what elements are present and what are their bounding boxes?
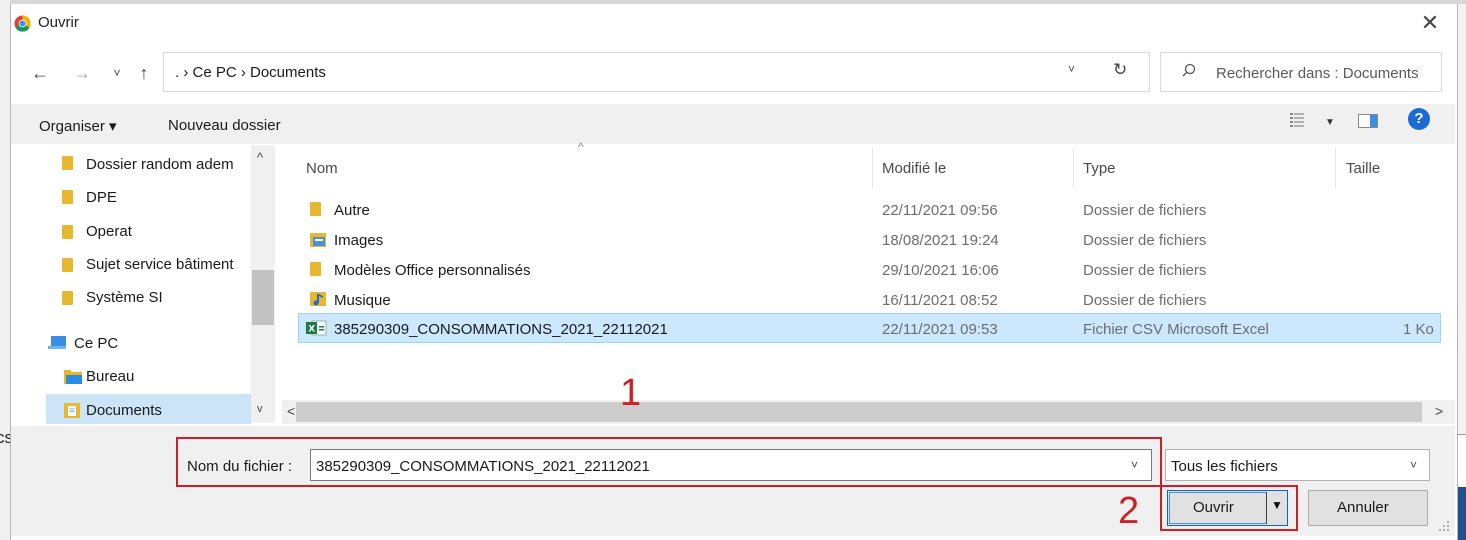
folder-icon	[62, 190, 73, 204]
sidebar-scrollbar-thumb[interactable]	[252, 270, 274, 325]
refresh-icon[interactable]: ↻	[1113, 60, 1127, 80]
column-separator[interactable]	[1073, 148, 1074, 188]
back-button[interactable]: ←	[29, 60, 51, 86]
file-type: Fichier CSV Microsoft Excel	[1083, 321, 1269, 338]
column-header-type[interactable]: Type	[1083, 160, 1116, 177]
dialog-title: Ouvrir	[38, 14, 79, 31]
file-modified: 29/10/2021 16:06	[882, 262, 999, 279]
folder-icon	[310, 202, 321, 216]
folder-icon	[62, 225, 73, 239]
open-split-divider	[1266, 492, 1267, 524]
up-button[interactable]: ↑	[133, 60, 155, 86]
scroll-down-arrow-icon[interactable]: v	[257, 403, 263, 415]
organize-menu[interactable]: Organiser ▾	[39, 117, 117, 135]
column-header-name[interactable]: Nom	[306, 160, 338, 177]
folder-icon	[62, 258, 73, 272]
sidebar-item-sujet-service[interactable]: Sujet service bâtiment	[86, 256, 234, 273]
sidebar-item-documents[interactable]: Documents	[86, 402, 162, 419]
column-separator[interactable]	[872, 148, 873, 188]
open-button-label[interactable]: Ouvrir	[1193, 499, 1234, 516]
scroll-left-arrow-icon[interactable]: <	[287, 403, 295, 419]
file-name[interactable]: Images	[334, 232, 383, 249]
forward-button[interactable]: →	[71, 60, 93, 86]
new-folder-button[interactable]: Nouveau dossier	[168, 117, 281, 134]
file-name[interactable]: Autre	[334, 202, 370, 219]
sidebar-item-systeme-si[interactable]: Système SI	[86, 289, 163, 306]
sidebar-item-bureau[interactable]: Bureau	[86, 368, 134, 385]
scroll-right-arrow-icon[interactable]: >	[1435, 403, 1443, 419]
preview-pane-icon[interactable]	[1358, 114, 1378, 128]
pictures-folder-icon	[310, 233, 326, 247]
filename-dropdown-icon[interactable]: ˅	[1131, 458, 1138, 472]
filename-value[interactable]: 385290309_CONSOMMATIONS_2021_22112021	[316, 458, 650, 475]
column-header-modified[interactable]: Modifié le	[882, 160, 946, 177]
view-dropdown-icon[interactable]: ▼	[1325, 117, 1335, 128]
folder-icon	[310, 262, 321, 276]
column-separator[interactable]	[1335, 148, 1336, 188]
scroll-up-arrow-icon[interactable]: ^	[257, 150, 263, 165]
file-name[interactable]: Musique	[334, 292, 391, 309]
recent-locations-button[interactable]: ˅	[106, 60, 128, 86]
excel-csv-icon: X	[306, 320, 327, 336]
sidebar-item-dpe[interactable]: DPE	[86, 189, 117, 206]
svg-text:X: X	[308, 325, 315, 335]
filename-label: Nom du fichier :	[187, 458, 293, 475]
folder-icon	[62, 291, 73, 305]
music-folder-icon	[310, 292, 326, 306]
help-icon[interactable]: ?	[1408, 108, 1430, 130]
cancel-button-label[interactable]: Annuler	[1337, 499, 1389, 516]
sort-ascending-icon: ^	[578, 140, 584, 154]
horizontal-scrollbar-thumb[interactable]	[296, 402, 1422, 422]
file-type: Dossier de fichiers	[1083, 292, 1207, 309]
folder-icon	[62, 156, 73, 170]
column-header-size[interactable]: Taille	[1346, 160, 1380, 177]
file-size: 1 Ko	[1403, 321, 1434, 338]
search-icon	[1182, 63, 1196, 77]
file-name[interactable]: Modèles Office personnalisés	[334, 262, 531, 279]
pc-icon	[48, 336, 66, 349]
open-dropdown-icon[interactable]: ▼	[1271, 498, 1283, 512]
file-modified: 22/11/2021 09:53	[882, 321, 998, 338]
desktop-folder-icon	[64, 370, 82, 384]
file-type: Dossier de fichiers	[1083, 232, 1207, 249]
documents-folder-icon	[64, 403, 80, 418]
sidebar-item-dossier-random[interactable]: Dossier random adem	[86, 156, 234, 173]
file-modified: 22/11/2021 09:56	[882, 202, 998, 219]
address-dropdown-icon[interactable]: ˅	[1068, 62, 1075, 76]
navigation-pane	[11, 145, 274, 425]
chrome-icon	[14, 15, 31, 32]
file-modified: 18/08/2021 19:24	[882, 232, 999, 249]
filter-dropdown-icon[interactable]: ˅	[1410, 458, 1417, 472]
background-edge-left	[0, 0, 10, 540]
file-type: Dossier de fichiers	[1083, 202, 1207, 219]
file-type: Dossier de fichiers	[1083, 262, 1207, 279]
search-placeholder: Rechercher dans : Documents	[1216, 65, 1419, 82]
annotation-marker-1: 1	[620, 372, 642, 414]
file-modified: 16/11/2021 08:52	[882, 292, 998, 309]
file-type-filter-value[interactable]: Tous les fichiers	[1171, 458, 1278, 475]
view-options-icon[interactable]	[1290, 112, 1304, 128]
breadcrumb[interactable]: . › Ce PC › Documents	[175, 64, 326, 81]
close-icon[interactable]: ✕	[1417, 10, 1443, 36]
sidebar-item-ce-pc[interactable]: Ce PC	[74, 335, 118, 352]
sidebar-item-operat[interactable]: Operat	[86, 223, 132, 240]
annotation-marker-2: 2	[1118, 490, 1140, 532]
file-name[interactable]: 385290309_CONSOMMATIONS_2021_22112021	[334, 321, 668, 338]
resize-grip-icon[interactable]	[1438, 520, 1450, 532]
